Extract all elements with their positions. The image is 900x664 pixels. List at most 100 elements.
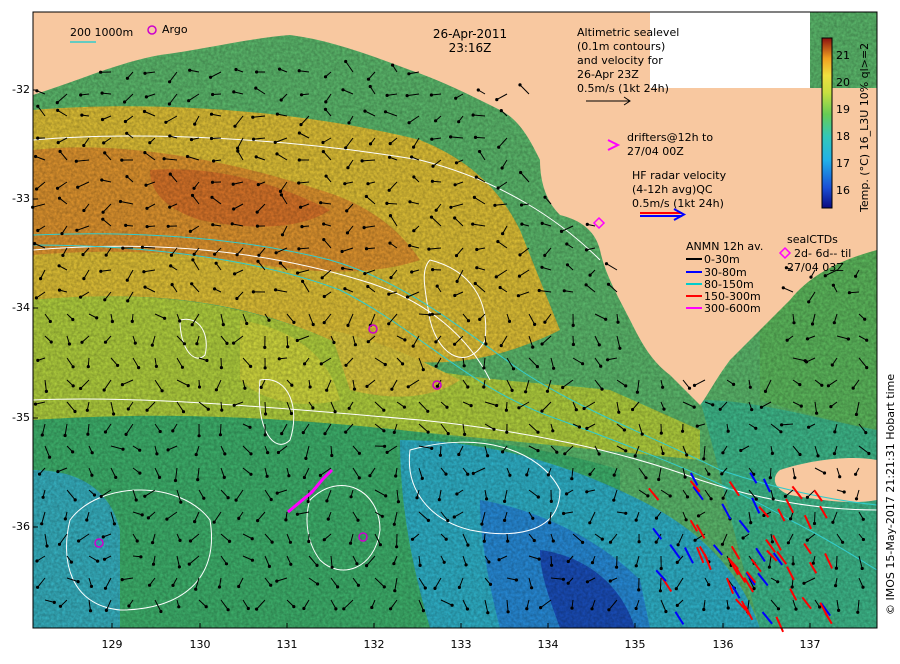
velocity-arrow-head [215, 388, 218, 391]
velocity-arrow-head [475, 176, 478, 179]
velocity-arrow-head [586, 580, 589, 583]
velocity-arrow-head [531, 517, 534, 520]
velocity-arrow-head [336, 585, 339, 588]
velocity-arrow-head [270, 498, 273, 501]
velocity-arrow-head [268, 565, 271, 568]
velocity-arrow-head [855, 497, 858, 500]
velocity-arrow-head [565, 492, 568, 495]
velocity-arrow-head [189, 230, 192, 233]
velocity-arrow-head [292, 605, 295, 608]
velocity-arrow-head [517, 406, 520, 409]
velocity-arrow-head [302, 431, 305, 434]
velocity-arrow-head [148, 584, 151, 587]
velocity-arrow-head [384, 110, 387, 113]
velocity-arrow-head [493, 204, 496, 207]
velocity-arrow-head [721, 451, 724, 454]
velocity-arrow-head [483, 540, 486, 543]
velocity-arrow-head [86, 409, 89, 412]
velocity-arrow-head [777, 607, 780, 610]
velocity-arrow-head [635, 607, 638, 610]
velocity-arrow-head [588, 473, 591, 476]
velocity-arrow-head [170, 254, 173, 257]
velocity-arrow-head [517, 294, 520, 297]
velocity-arrow-head [518, 83, 521, 86]
velocity-arrow-head [485, 497, 488, 500]
velocity-arrow-head [599, 365, 602, 368]
velocity-arrow-head [75, 160, 78, 163]
velocity-arrow-head [299, 206, 302, 209]
velocity-arrow-head [863, 318, 866, 321]
velocity-arrow-head [346, 324, 349, 327]
velocity-arrow-head [570, 477, 573, 480]
velocity-arrow-head [124, 120, 127, 123]
velocity-arrow-head [393, 431, 396, 434]
velocity-arrow-head [393, 589, 396, 592]
velocity-arrow-head [458, 586, 461, 589]
velocity-arrow-head [236, 150, 239, 153]
velocity-arrow-head [190, 138, 193, 141]
velocity-arrow-head [103, 388, 106, 391]
velocity-arrow-head [146, 225, 149, 228]
velocity-arrow-head [296, 513, 299, 516]
velocity-arrow-head [325, 499, 328, 502]
velocity-arrow-head [45, 390, 48, 393]
velocity-arrow-head [167, 448, 170, 451]
velocity-arrow-head [809, 276, 812, 279]
velocity-arrow-head [235, 499, 238, 502]
velocity-arrow-head [45, 544, 48, 547]
velocity-arrow-head [79, 296, 82, 299]
velocity-arrow-head [550, 564, 553, 567]
velocity-arrow-head [865, 366, 868, 369]
velocity-arrow-head [867, 452, 870, 455]
velocity-arrow-head [232, 183, 235, 186]
velocity-arrow-head [742, 536, 745, 539]
velocity-arrow-head [144, 184, 147, 187]
map-date: 26-Apr-2011 [425, 28, 515, 41]
velocity-arrow-head [524, 390, 527, 393]
velocity-arrow-head [178, 539, 181, 542]
velocity-arrow-head [792, 321, 795, 324]
velocity-arrow-head [168, 102, 171, 105]
velocity-arrow-head [769, 476, 772, 479]
velocity-arrow-head [223, 476, 226, 479]
velocity-arrow-head [503, 500, 506, 503]
velocity-arrow-head [575, 408, 578, 411]
velocity-arrow-head [572, 343, 575, 346]
velocity-arrow-head [152, 563, 155, 566]
velocity-arrow-head [501, 166, 504, 169]
velocity-arrow-head [365, 564, 368, 567]
velocity-arrow-head [193, 253, 196, 256]
velocity-arrow-head [753, 587, 756, 590]
velocity-arrow-head [641, 433, 644, 436]
velocity-arrow-head [585, 427, 588, 430]
velocity-arrow-head [341, 250, 344, 253]
velocity-arrow-head [275, 152, 278, 155]
velocity-arrow-head [280, 98, 283, 101]
velocity-arrow-head [802, 582, 805, 585]
velocity-arrow-head [59, 150, 62, 153]
velocity-arrow-head [290, 384, 293, 387]
velocity-arrow-head [798, 383, 801, 386]
velocity-arrow-head [126, 279, 129, 282]
velocity-arrow-head [660, 567, 663, 570]
velocity-arrow-head [330, 454, 333, 457]
velocity-arrow-head [256, 260, 259, 263]
velocity-arrow-head [169, 264, 172, 267]
velocity-arrow-head [34, 403, 37, 406]
velocity-arrow-head [198, 385, 201, 388]
velocity-arrow-head [835, 567, 838, 570]
velocity-arrow-head [707, 473, 710, 476]
velocity-arrow-head [121, 448, 124, 451]
velocity-arrow-head [75, 229, 78, 232]
velocity-arrow-head [578, 425, 581, 428]
velocity-arrow-head [194, 588, 197, 591]
velocity-arrow-head [391, 64, 394, 67]
velocity-arrow-head [274, 141, 277, 144]
velocity-arrow-head [424, 586, 427, 589]
velocity-arrow-head [264, 366, 267, 369]
velocity-arrow-head [466, 473, 469, 476]
velocity-arrow-head [776, 580, 779, 583]
velocity-arrow-head [408, 200, 411, 203]
velocity-arrow-head [346, 231, 349, 234]
velocity-arrow-head [171, 283, 174, 286]
